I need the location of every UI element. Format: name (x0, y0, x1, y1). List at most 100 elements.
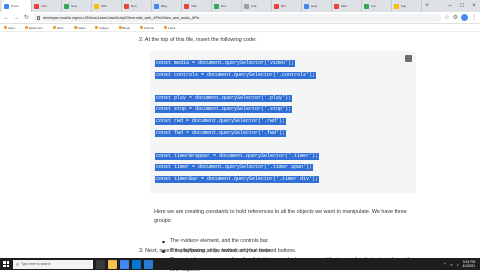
browser-tab[interactable]: Vide (182, 0, 212, 12)
browser-tab[interactable]: Intro (32, 0, 62, 12)
bookmark-label: Notes (77, 25, 86, 30)
browser-tab[interactable]: Help (302, 0, 332, 12)
taskbar: ⚲ Type here to search ⌃ ≈ ♪ 5:16 PM 4/1/… (0, 258, 480, 270)
address-bar[interactable]: developer.mozilla.org/en-US/docs/Learn/J… (33, 13, 442, 22)
code-line: const fwd = document.querySelector('.fwd… (155, 129, 287, 137)
bookmark-label: Links (168, 25, 176, 30)
browser-tab[interactable]: Proce (2, 0, 32, 12)
copy-icon[interactable] (405, 55, 412, 62)
bookmark-favicon-icon (73, 26, 77, 29)
code-line: const timerBar = document.querySelector(… (155, 176, 320, 183)
bookmark-item[interactable]: Reference (24, 25, 43, 30)
task-view-icon[interactable] (96, 259, 105, 269)
taskbar-search[interactable]: ⚲ Type here to search (13, 259, 93, 269)
bookmark-favicon-icon (164, 26, 168, 29)
tab-favicon-icon (154, 3, 159, 9)
bookmark-item[interactable]: Forums (140, 26, 154, 30)
code-block: const media = document.querySelector('vi… (150, 51, 416, 193)
tab-favicon-icon (34, 3, 39, 9)
tab-favicon-icon (184, 3, 189, 9)
bookmark-label: Apps (8, 25, 15, 30)
file-explorer-icon[interactable] (108, 259, 117, 269)
page-content: 2. At the top of this file, insert the f… (0, 32, 480, 273)
avatar[interactable] (461, 14, 468, 21)
wifi-icon[interactable]: ≈ (450, 262, 452, 267)
code-line: const rwd = document.querySelector('.rwd… (155, 118, 287, 125)
bookmark-favicon-icon (118, 26, 122, 29)
url-text: developer.mozilla.org/en-US/docs/Learn/J… (43, 15, 200, 20)
clock-date: 4/1/2021 (462, 264, 475, 268)
windows-start-icon[interactable] (2, 260, 10, 268)
bookmark-item[interactable]: Apps (4, 26, 15, 30)
code-line: const stop = document.querySelector('.st… (155, 106, 293, 114)
star-icon[interactable]: ☆ (444, 14, 449, 21)
tab-label: Intro (41, 4, 48, 8)
bookmark-item[interactable]: Docs (52, 25, 64, 30)
tab-favicon-icon (64, 3, 69, 9)
search-icon: ⚲ (16, 261, 19, 267)
bookmark-label: Docs (56, 25, 64, 30)
code-line: const controls = document.querySelector(… (155, 71, 317, 79)
clock[interactable]: 5:16 PM 4/1/2021 (463, 260, 475, 268)
tab-label: Mail (341, 4, 347, 8)
lock-icon (37, 15, 40, 20)
browser-tab[interactable]: Tabl (92, 0, 122, 12)
step-2-text: 2. At the top of this file, insert the f… (139, 37, 257, 43)
bookmark-label: Reference (28, 25, 43, 30)
tab-label: Help (311, 4, 318, 8)
chevron-up-icon[interactable]: ⌃ (443, 262, 446, 267)
browser-tab[interactable]: Rea (122, 0, 152, 12)
word-icon[interactable] (144, 259, 153, 269)
tab-bar: Proce Intro Note Tabl Rea Blog Vide Doc Link Ref H… (0, 0, 480, 12)
tab-label: Proce (11, 4, 19, 8)
tab-favicon-icon (244, 3, 249, 9)
bookmark-item[interactable]: Links (164, 26, 175, 30)
code-line: const play = document.querySelector('.pl… (155, 94, 293, 102)
tab-label: Cal (371, 4, 376, 8)
volume-icon[interactable]: ♪ (457, 262, 459, 267)
browser-tab[interactable]: Cal (362, 0, 392, 12)
tab-favicon-icon (124, 3, 129, 9)
bookmark-label: Blogs (122, 25, 131, 30)
menu-icon[interactable]: ⋮ (471, 14, 477, 21)
tab-favicon-icon (94, 3, 99, 9)
browser-tab[interactable]: Mail (332, 0, 362, 12)
extensions-icon[interactable]: ⚙ (453, 14, 458, 21)
tab-favicon-icon (364, 3, 369, 9)
forward-icon[interactable]: → (13, 15, 20, 21)
chrome-icon[interactable] (120, 259, 129, 269)
system-tray: ⌃ ≈ ♪ 5:16 PM 4/1/2021 (443, 260, 478, 268)
minimize-icon[interactable]: – (444, 0, 456, 12)
list-item: The <video> element, and the controls ba… (162, 237, 418, 247)
mail-icon[interactable] (132, 259, 141, 269)
browser-tab[interactable]: Doc (212, 0, 242, 12)
tab-label: Vide (191, 4, 197, 8)
bookmark-favicon-icon (24, 26, 28, 29)
search-placeholder: Type here to search (20, 262, 51, 266)
reload-icon[interactable]: ↻ (23, 14, 30, 21)
bookmark-item[interactable]: Videos (95, 26, 109, 30)
tab-favicon-icon (394, 3, 399, 9)
bookmark-favicon-icon (4, 26, 7, 29)
tab-favicon-icon (274, 3, 279, 9)
new-tab-button[interactable]: + (422, 0, 432, 12)
tab-favicon-icon (4, 3, 9, 9)
browser-tab[interactable]: Blog (152, 0, 182, 12)
code-line: const media = document.querySelector('vi… (155, 60, 296, 67)
bookmark-item[interactable]: Notes (73, 25, 86, 30)
maximize-icon[interactable]: □ (456, 0, 468, 12)
close-icon[interactable]: × (468, 0, 480, 12)
description-paragraph: Here we are creating constants to hold r… (154, 209, 407, 224)
step-3-text: 3. Next, insert the following at the bot… (139, 248, 272, 254)
back-icon[interactable]: ← (3, 15, 10, 21)
browser-tab[interactable]: Ref (272, 0, 302, 12)
browser-tab[interactable]: Link (242, 0, 272, 12)
tab-label: Link (251, 4, 257, 8)
bookmark-label: Forums (144, 25, 155, 30)
browser-tab[interactable]: Sup (392, 0, 422, 12)
tab-label: Sup (401, 4, 407, 8)
bookmark-favicon-icon (140, 26, 144, 29)
bookmark-item[interactable]: Blogs (118, 25, 131, 30)
tab-favicon-icon (304, 3, 309, 9)
browser-tab[interactable]: Note (62, 0, 92, 12)
